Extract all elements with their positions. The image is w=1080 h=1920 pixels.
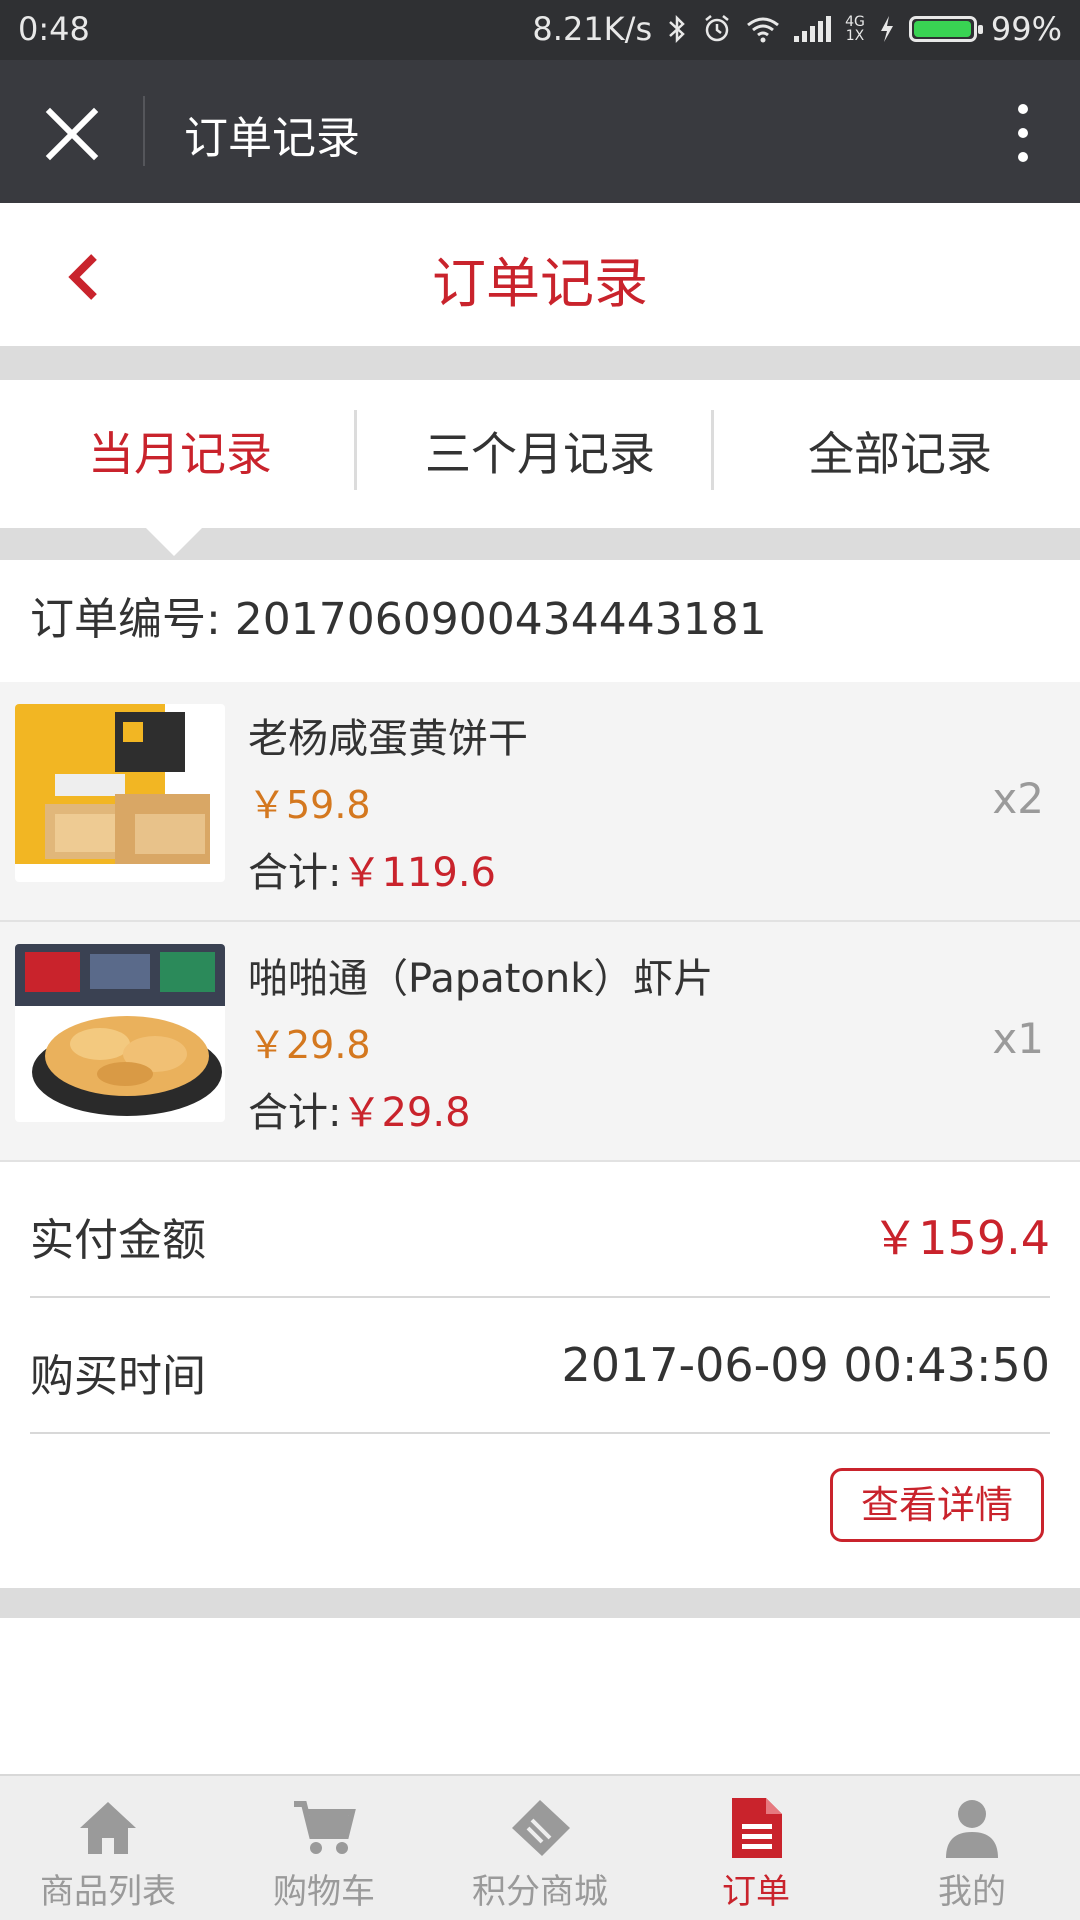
network-type: 4G 1X [845, 14, 865, 44]
tab-divider [711, 410, 714, 490]
nav-product-list[interactable]: 商品列表 [0, 1776, 216, 1920]
paid-amount-row: 实付金额 ￥159.4 [30, 1162, 1050, 1298]
ticket-icon [512, 1800, 570, 1856]
tab-three-months[interactable]: 三个月记录 [360, 380, 720, 528]
purchase-time-row: 购买时间 2017-06-09 00:43:50 [30, 1298, 1050, 1434]
close-icon[interactable] [42, 104, 102, 164]
more-options-icon[interactable] [1008, 102, 1038, 164]
page-title: 订单记录 [432, 252, 648, 315]
titlebar-divider [143, 96, 145, 166]
charging-icon [880, 16, 893, 42]
nav-label: 购物车 [273, 1872, 375, 1912]
bottom-nav: 商品列表 购物车 积分商城 订单 我的 [0, 1774, 1080, 1920]
nav-cart[interactable]: 购物车 [216, 1776, 432, 1920]
app-titlebar: 订单记录 [0, 60, 1080, 203]
order-number: 订单编号: 2017060900434443181 [30, 594, 767, 645]
order-item[interactable]: 老杨咸蛋黄饼干 ￥59.8 合计:￥119.6 x2 [0, 682, 1080, 920]
product-subtotal: 合计:￥29.8 [248, 1080, 471, 1138]
subtotal-value: ￥119.6 [341, 850, 496, 896]
product-subtotal: 合计:￥119.6 [248, 840, 496, 898]
section-divider [0, 1588, 1080, 1618]
record-tabs: 当月记录 三个月记录 全部记录 [0, 380, 1080, 528]
paid-amount-value: ￥159.4 [872, 1211, 1050, 1265]
tab-all-records[interactable]: 全部记录 [720, 380, 1080, 528]
bluetooth-icon [669, 14, 685, 44]
product-quantity: x2 [992, 774, 1044, 823]
product-name: 老杨咸蛋黄饼干 [248, 716, 528, 762]
wifi-icon [747, 17, 780, 43]
product-quantity: x1 [992, 1014, 1044, 1063]
status-icons: 8.21K/s 4G 1X 99% [532, 10, 1062, 48]
purchase-time-label: 购买时间 [30, 1351, 206, 1402]
subtotal-label: 合计: [248, 850, 342, 896]
product-image-biscuit [15, 704, 225, 882]
nav-label: 我的 [938, 1872, 1006, 1912]
battery-icon [908, 16, 983, 42]
product-price: ￥59.8 [248, 783, 371, 827]
home-icon [80, 1802, 136, 1854]
paid-amount-label: 实付金额 [30, 1215, 206, 1266]
view-details-button[interactable]: 查看详情 [830, 1468, 1044, 1542]
nav-points-mall[interactable]: 积分商城 [432, 1776, 648, 1920]
alarm-icon [705, 15, 729, 42]
tab-divider [354, 410, 357, 490]
nav-orders[interactable]: 订单 [648, 1776, 864, 1920]
nav-profile[interactable]: 我的 [864, 1776, 1080, 1920]
network-speed: 8.21K/s [532, 10, 653, 48]
titlebar-title: 订单记录 [184, 113, 360, 164]
subtotal-value: ￥29.8 [341, 1090, 471, 1136]
battery-percent: 99% [990, 10, 1062, 48]
tab-current-month[interactable]: 当月记录 [0, 380, 360, 528]
nav-label: 订单 [722, 1872, 790, 1912]
document-icon [732, 1798, 782, 1858]
page-header: 订单记录 [0, 203, 1080, 346]
status-bar: 0:48 8.21K/s 4G 1X 99% [0, 0, 1080, 60]
product-name: 啪啪通（Papatonk）虾片 [248, 956, 714, 1002]
product-image-shrimp-chips [15, 944, 225, 1122]
cart-icon [294, 1801, 356, 1854]
nav-label: 积分商城 [472, 1872, 608, 1912]
product-price: ￥29.8 [248, 1023, 371, 1067]
section-divider [0, 346, 1080, 380]
nav-label: 商品列表 [40, 1872, 176, 1912]
user-icon [946, 1800, 998, 1858]
order-item[interactable]: 啪啪通（Papatonk）虾片 ￥29.8 合计:￥29.8 x1 [0, 922, 1080, 1160]
active-tab-pointer [146, 528, 202, 556]
purchase-time-value: 2017-06-09 00:43:50 [561, 1338, 1050, 1392]
status-time: 0:48 [18, 10, 90, 48]
signal-icon [794, 16, 832, 42]
subtotal-label: 合计: [248, 1090, 342, 1136]
